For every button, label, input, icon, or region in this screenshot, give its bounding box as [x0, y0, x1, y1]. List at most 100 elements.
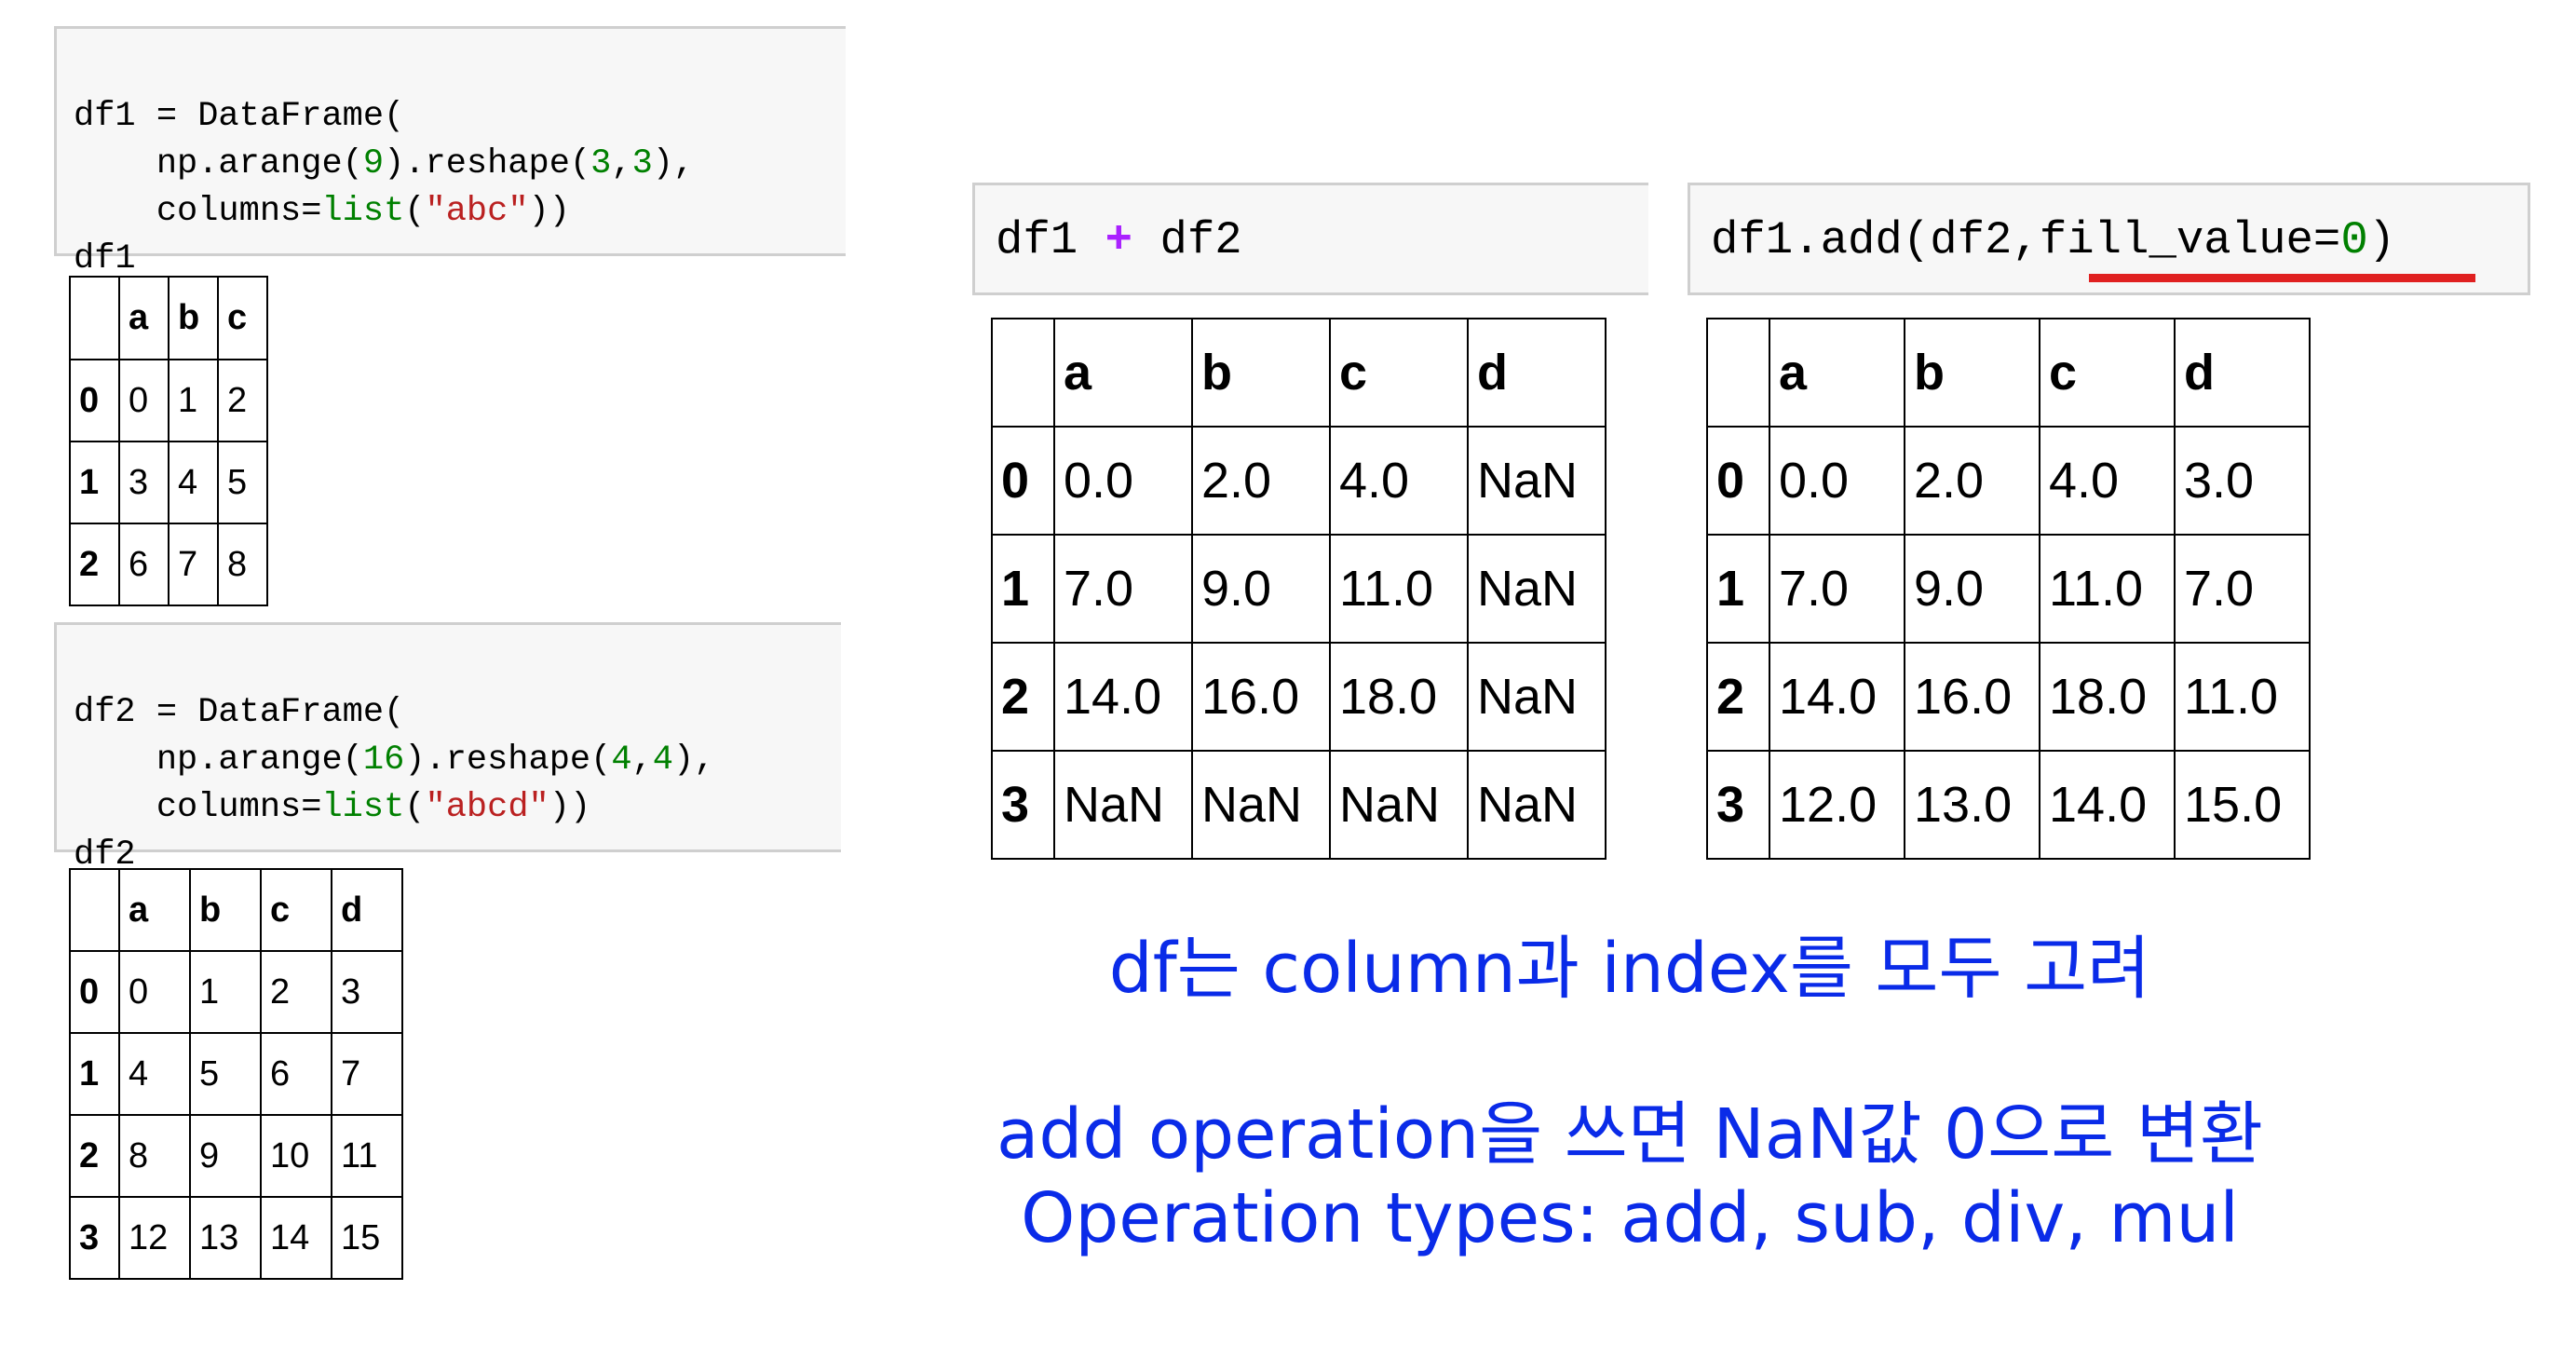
- add-cell: 15.0: [2174, 750, 2311, 860]
- df2-col-header: b: [189, 868, 262, 952]
- sum-cell: NaN: [1467, 426, 1607, 536]
- df2-cell: 11: [331, 1114, 403, 1198]
- sum-col-header: a: [1053, 318, 1193, 428]
- df2-table: a b c d 0 0 1 2 3 1 4 5 6 7 2 8 9 10 11 …: [69, 868, 403, 1280]
- df2-code-line-1: df2 = DataFrame(: [74, 693, 405, 732]
- add-cell: 11.0: [2039, 534, 2176, 644]
- df1-row-index: 0: [69, 359, 120, 442]
- sum-col-header: c: [1329, 318, 1469, 428]
- df2-cell: 4: [118, 1032, 191, 1116]
- df2-col-header: a: [118, 868, 191, 952]
- df2-row-index: 1: [69, 1032, 120, 1116]
- add-cell: 18.0: [2039, 642, 2176, 752]
- df1-cell: 7: [168, 523, 219, 606]
- df1-code-cell[interactable]: df1 = DataFrame( np.arange(9).reshape(3,…: [54, 26, 846, 279]
- sum-code-left: df1: [996, 214, 1078, 266]
- df1-code-line-1: df1 = DataFrame(: [74, 97, 405, 136]
- df2-col-header: c: [260, 868, 332, 952]
- add-corner: [1706, 318, 1770, 428]
- sum-cell: NaN: [1329, 750, 1469, 860]
- df1-code-line-4: df1: [74, 239, 136, 279]
- df1-cell: 2: [217, 359, 268, 442]
- sum-col-header: b: [1191, 318, 1331, 428]
- df2-cell: 0: [118, 950, 191, 1034]
- sum-cell: 2.0: [1191, 426, 1331, 536]
- df1-cell: 4: [168, 441, 219, 524]
- add-cell: 3.0: [2174, 426, 2311, 536]
- add-row-index: 0: [1706, 426, 1770, 536]
- df2-cell: 1: [189, 950, 262, 1034]
- add-cell: 4.0: [2039, 426, 2176, 536]
- df1-cell: 0: [118, 359, 169, 442]
- sum-cell: 7.0: [1053, 534, 1193, 644]
- sum-cell: NaN: [1467, 642, 1607, 752]
- df2-col-header: d: [331, 868, 403, 952]
- df2-cell: 2: [260, 950, 332, 1034]
- add-row-index: 1: [1706, 534, 1770, 644]
- add-cell: 14.0: [2039, 750, 2176, 860]
- sum-code-cell[interactable]: df1 + df2: [972, 183, 1648, 295]
- df1-row-index: 1: [69, 441, 120, 524]
- plus-operator: +: [1105, 214, 1133, 266]
- df2-corner: [69, 868, 120, 952]
- df1-cell: 3: [118, 441, 169, 524]
- sum-cell: 16.0: [1191, 642, 1331, 752]
- df2-code: df2 = DataFrame( np.arange(16).reshape(4…: [74, 642, 714, 879]
- add-table: a b c d 0 0.0 2.0 4.0 3.0 1 7.0 9.0 11.0…: [1706, 318, 2311, 860]
- note-line-3: Operation types: add, sub, div, mul: [1021, 1178, 2239, 1258]
- df1-cell: 8: [217, 523, 268, 606]
- sum-cell: 0.0: [1053, 426, 1193, 536]
- sum-row-index: 0: [991, 426, 1055, 536]
- df2-code-cell[interactable]: df2 = DataFrame( np.arange(16).reshape(4…: [54, 622, 841, 875]
- df1-cell: 1: [168, 359, 219, 442]
- add-cell: 13.0: [1904, 750, 2040, 860]
- df2-code-line-3: columns=list("abcd")): [74, 788, 591, 827]
- df2-row-index: 0: [69, 950, 120, 1034]
- add-col-header: b: [1904, 318, 2040, 428]
- sum-cell: 11.0: [1329, 534, 1469, 644]
- fill-value-underline: [2089, 274, 2475, 282]
- df1-row-index: 2: [69, 523, 120, 606]
- add-cell: 11.0: [2174, 642, 2311, 752]
- add-cell: 2.0: [1904, 426, 2040, 536]
- df2-cell: 10: [260, 1114, 332, 1198]
- sum-code: df1 + df2: [996, 213, 1242, 267]
- sum-cell: NaN: [1053, 750, 1193, 860]
- sum-table: a b c d 0 0.0 2.0 4.0 NaN 1 7.0 9.0 11.0…: [991, 318, 1607, 860]
- df2-cell: 8: [118, 1114, 191, 1198]
- add-row-index: 2: [1706, 642, 1770, 752]
- add-col-header: d: [2174, 318, 2311, 428]
- sum-code-right: df2: [1159, 214, 1242, 266]
- df2-cell: 15: [331, 1196, 403, 1280]
- note-line-1: df는 column과 index를 모두 고려: [1108, 929, 2151, 1009]
- df1-col-header: a: [118, 276, 169, 360]
- df2-cell: 6: [260, 1032, 332, 1116]
- sum-row-index: 2: [991, 642, 1055, 752]
- add-cell: 14.0: [1769, 642, 1905, 752]
- df2-cell: 3: [331, 950, 403, 1034]
- df2-cell: 13: [189, 1196, 262, 1280]
- sum-row-index: 1: [991, 534, 1055, 644]
- add-code-prefix: df1.add(df2,: [1711, 214, 2040, 266]
- add-cell: 7.0: [2174, 534, 2311, 644]
- sum-cell: NaN: [1191, 750, 1331, 860]
- df1-code-line-3: columns=list("abc")): [74, 192, 570, 231]
- fill-value-keyword: fill_value=: [2039, 214, 2341, 266]
- df1-code-line-2: np.arange(9).reshape(3,3),: [74, 144, 695, 183]
- df2-cell: 14: [260, 1196, 332, 1280]
- df1-corner: [69, 276, 120, 360]
- sum-cell: 14.0: [1053, 642, 1193, 752]
- df2-cell: 12: [118, 1196, 191, 1280]
- df1-cell: 5: [217, 441, 268, 524]
- sum-cell: NaN: [1467, 750, 1607, 860]
- add-cell: 16.0: [1904, 642, 2040, 752]
- df2-code-line-2: np.arange(16).reshape(4,4),: [74, 740, 715, 780]
- add-row-index: 3: [1706, 750, 1770, 860]
- df2-row-index: 2: [69, 1114, 120, 1198]
- sum-cell: 9.0: [1191, 534, 1331, 644]
- fill-value-number: 0: [2340, 214, 2368, 266]
- df1-cell: 6: [118, 523, 169, 606]
- add-cell: 9.0: [1904, 534, 2040, 644]
- df2-row-index: 3: [69, 1196, 120, 1280]
- add-cell: 0.0: [1769, 426, 1905, 536]
